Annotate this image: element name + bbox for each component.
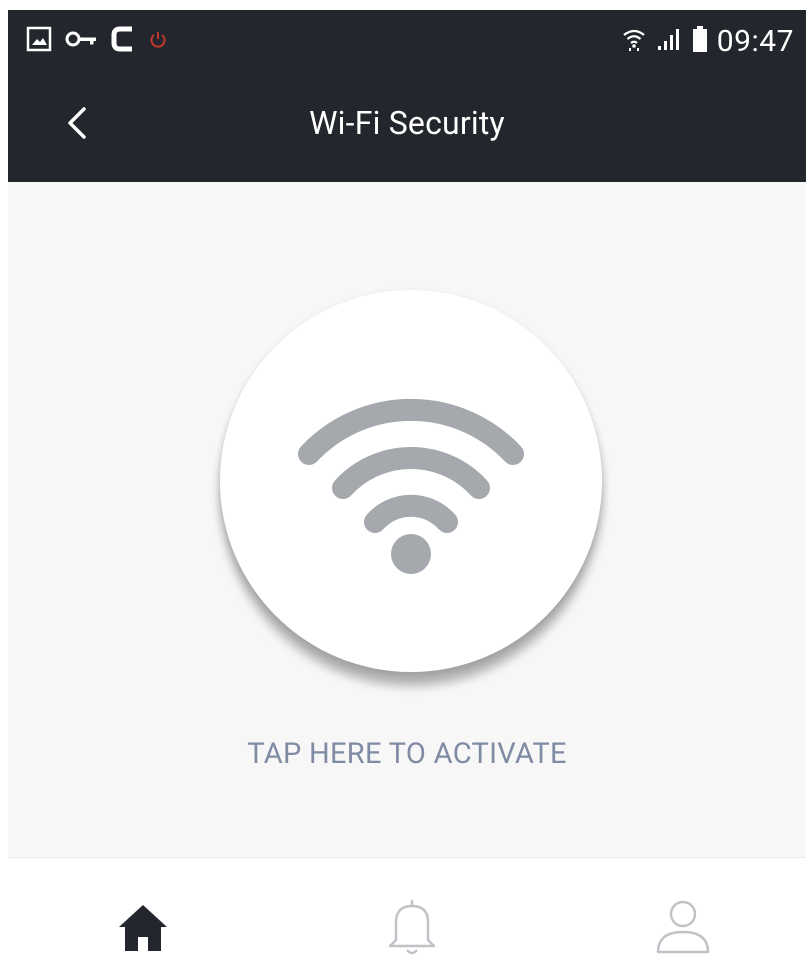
main-content: TAP HERE TO ACTIVATE xyxy=(8,182,806,857)
nav-notifications[interactable] xyxy=(377,894,447,964)
activate-label[interactable]: TAP HERE TO ACTIVATE xyxy=(8,737,806,771)
power-icon xyxy=(148,29,168,53)
battery-icon xyxy=(691,24,709,58)
page-title: Wi-Fi Security xyxy=(309,104,505,142)
wifi-signal-icon xyxy=(621,26,647,56)
user-icon xyxy=(652,896,714,962)
status-time: 09:47 xyxy=(716,23,794,59)
nav-home[interactable] xyxy=(108,894,178,964)
status-bar-right-icons: 09:47 xyxy=(621,22,794,60)
gallery-icon xyxy=(26,26,52,56)
ccleaner-icon xyxy=(110,24,136,58)
top-app-bar: Wi-Fi Security xyxy=(8,72,806,182)
nav-profile[interactable] xyxy=(648,894,718,964)
home-icon xyxy=(115,899,171,959)
bell-icon xyxy=(384,896,440,962)
status-bar: 09:47 xyxy=(8,10,806,72)
cellular-signal-icon xyxy=(655,26,683,56)
phone-screen: 09:47 Wi-Fi Security TAP HERE TO ACTIVAT… xyxy=(8,10,806,977)
status-bar-left-icons xyxy=(26,24,168,58)
activate-wifi-security-button[interactable] xyxy=(220,290,602,672)
vpn-key-icon xyxy=(64,26,98,56)
wifi-icon xyxy=(291,384,531,578)
bottom-navigation xyxy=(8,857,806,977)
